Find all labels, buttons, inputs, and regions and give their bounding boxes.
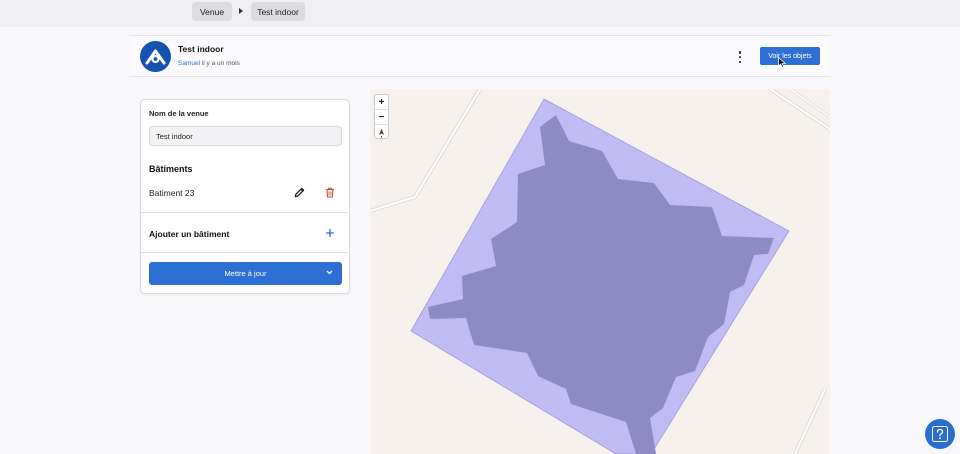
map-zoom-control: + − xyxy=(374,94,389,139)
update-button[interactable]: Mettre à jour xyxy=(149,262,342,285)
building-footprint xyxy=(428,115,774,454)
divider xyxy=(141,212,349,213)
venue-meta: Samuel il y a un mois xyxy=(178,60,240,67)
edit-pencil-icon[interactable] xyxy=(294,187,305,198)
top-bar: Venue Test indoor xyxy=(0,0,960,27)
map-canvas[interactable] xyxy=(370,89,830,454)
venue-logo-icon xyxy=(140,41,171,72)
add-building-label[interactable]: Ajouter un bâtiment xyxy=(149,229,229,239)
breadcrumb-separator-icon xyxy=(239,8,243,14)
updated-time: il y a un mois xyxy=(201,60,240,67)
compass-icon[interactable] xyxy=(375,125,388,140)
add-plus-icon[interactable] xyxy=(325,228,335,238)
view-objects-button[interactable]: Voir les objets xyxy=(760,47,820,65)
venue-header: Test indoor Samuel il y a un mois Voir l… xyxy=(130,35,830,77)
venue-name-input[interactable] xyxy=(149,126,342,146)
author-link[interactable]: Samuel xyxy=(178,60,200,67)
help-question-icon xyxy=(932,426,948,442)
chevron-down-icon[interactable] xyxy=(326,270,333,275)
breadcrumb-current[interactable]: Test indoor xyxy=(251,2,305,21)
divider xyxy=(141,252,349,253)
venue-form-panel: Nom de la venue Bâtiments Batiment 23 Aj… xyxy=(140,99,350,294)
delete-trash-icon[interactable] xyxy=(325,187,335,198)
zoom-out-button[interactable]: − xyxy=(375,110,388,125)
update-button-label: Mettre à jour xyxy=(224,269,267,278)
breadcrumb-venue[interactable]: Venue xyxy=(192,2,232,21)
page-title: Test indoor xyxy=(178,44,224,54)
venue-name-label: Nom de la venue xyxy=(149,109,209,118)
zoom-in-button[interactable]: + xyxy=(375,95,388,110)
map-view[interactable]: + − xyxy=(370,89,830,454)
more-options-icon[interactable] xyxy=(734,50,746,64)
buildings-title: Bâtiments xyxy=(149,164,193,174)
building-name: Batiment 23 xyxy=(149,188,195,198)
mouse-cursor-icon xyxy=(778,57,786,68)
help-button[interactable] xyxy=(925,419,955,449)
